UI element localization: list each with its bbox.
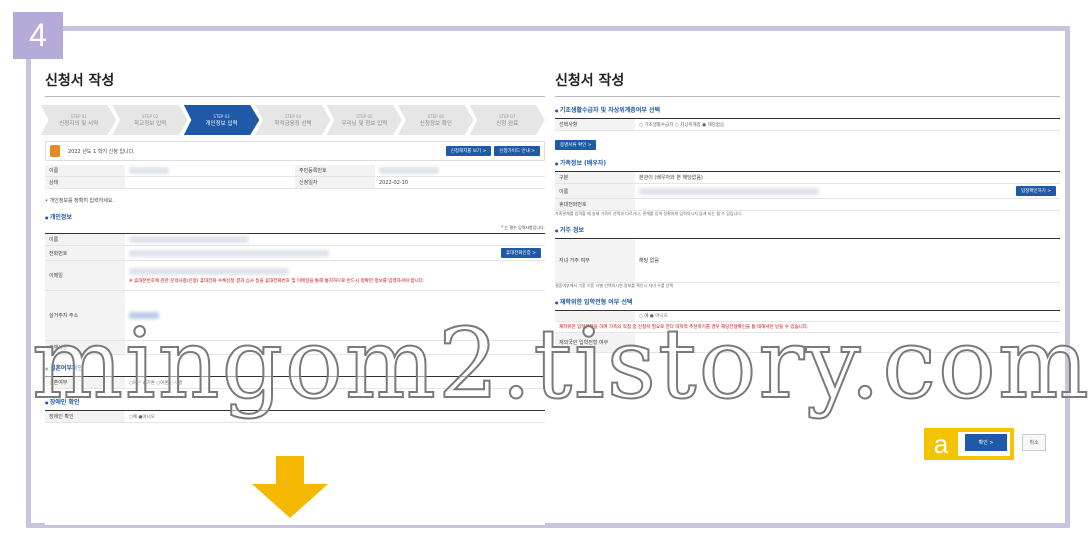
step-3-active: STEP 03 개인정보 입력 xyxy=(183,105,260,135)
right-application-panel: 신청서 작성 기초생활수급자 및 차상위계층여부 선택 선택사항○ 기초생활수급… xyxy=(555,70,1060,450)
notice-bar: 2022 년도 1 학기 신청 입니다. 신청해지를 보기 > 신청가이드 안내… xyxy=(45,141,545,161)
field-extra-label: 기재사항 xyxy=(45,341,125,354)
cancel-application-button[interactable]: 신청해지를 보기 > xyxy=(445,146,492,156)
step-5: STEP 05 우리님 및 정보 입력 xyxy=(326,105,403,135)
basic-living-heading: 기초생활수급자 및 차상위계층여부 선택 xyxy=(555,105,1060,114)
field-address-label: 실거주지 주소 xyxy=(45,291,125,340)
basic-radio-group[interactable]: ○ 기초생활수급자 ○ 차상위계층 ● 해당없음 xyxy=(635,120,1060,130)
residence-heading: 거주 정보 xyxy=(555,225,1060,234)
cancel-button[interactable]: 취소 xyxy=(1022,434,1046,451)
step-number-badge: 4 xyxy=(13,12,63,59)
date-value: 2022-02-10 xyxy=(379,179,409,186)
disability-label: 장애인 확인 xyxy=(45,411,125,422)
shield-icon xyxy=(50,145,60,157)
marriage-heading: 결혼여부확인 xyxy=(45,363,545,372)
name-label: 이름 xyxy=(45,165,125,176)
family-info-heading: 가족정보 (배우자) xyxy=(555,158,1060,167)
family-type-label: 구분 xyxy=(555,172,635,183)
right-page-title: 신청서 작성 xyxy=(555,70,1060,97)
admission-heading: 재학위한 입학전형 여부 선택 xyxy=(555,297,1060,306)
family-name-label: 이름 xyxy=(555,184,635,198)
admission-radio-group[interactable]: ○ 예 ● 아니오 xyxy=(635,311,1060,321)
applicant-info-table: 이름 주민등록번호 상태 신청일자 2022-02-10 xyxy=(45,165,545,189)
basic-select-label: 선택사항 xyxy=(555,119,635,130)
family-phone-label: 휴대전화번호 xyxy=(555,199,635,210)
step-1: STEP 01 신청자의 및 서약 xyxy=(41,105,117,135)
progress-steps: STEP 01 신청자의 및 서약 STEP 02 학교정보 입력 STEP 03 개… xyxy=(41,105,545,135)
family-verify-button[interactable]: 입정확인하기 > xyxy=(1015,186,1056,196)
personal-info-table: 이름 전화번호 휴대전화인증 > 이메일 ※ 휴대폰번호에 관한 문의사항(신청) … xyxy=(45,234,545,355)
residence-note: 결혼여부에서 기혼 이혼 사별 선택하시면 정보를 확인시 자녀 수를 선택 xyxy=(555,283,674,288)
family-note: 가족관계를 입력할 때 실제 가족이 선택과 다르거나, 관계를 입력 정확하게… xyxy=(555,211,743,216)
marriage-radio-group[interactable]: ○미혼 ●기혼 ○이혼 ○사별 xyxy=(125,378,545,388)
left-page-title: 신청서 작성 xyxy=(45,70,545,97)
email-warning: ※ 휴대폰번호에 관한 문의사항(신청) 휴대전화 수록신청 결과 심사 등을 … xyxy=(129,278,425,284)
field-phone-label: 전화번호 xyxy=(45,246,125,260)
annotation-a-label: a xyxy=(924,428,958,460)
notice-text: 2022 년도 1 학기 신청 입니다. xyxy=(68,148,135,155)
residence-select[interactable]: 해당 없음 xyxy=(635,255,1060,266)
family-type-select[interactable]: 본관이 (배우자와 본 해당없음) xyxy=(635,172,1060,183)
disability-heading: 장애인 확인 xyxy=(45,397,545,406)
personal-note: • 개인정보를 정확히 입력하세요. xyxy=(45,198,115,204)
resident-label: 주민등록번호 xyxy=(295,165,375,176)
field-name-label: 이름 xyxy=(45,234,125,245)
step-7: STEP 07 신청 완료 xyxy=(469,105,545,135)
step-2: STEP 02 학교정보 입력 xyxy=(112,105,188,135)
residence-label: 자녀 거주 여부 xyxy=(555,239,635,282)
date-label: 신청일자 xyxy=(295,177,375,188)
admission-label: 재외국민 입학전형 여부 xyxy=(555,333,635,352)
phone-verify-button[interactable]: 휴대전화인증 > xyxy=(500,248,541,258)
field-email-label: 이메일 xyxy=(45,261,125,290)
status-label: 상태 xyxy=(45,177,125,188)
down-arrow-icon xyxy=(252,456,328,518)
disability-radio-group[interactable]: ○예 ●아니오 xyxy=(125,412,545,422)
step-6: STEP 06 신청정보 확인 xyxy=(398,105,474,135)
personal-info-heading: 개인정보 xyxy=(45,212,545,221)
required-note: * 는 필수 입력사항입니다. xyxy=(501,225,545,230)
marriage-label: 결혼여부 xyxy=(45,377,125,388)
document-check-button[interactable]: 증명서류 확인 > xyxy=(555,140,597,150)
admission-warning: 재학위한 입학전형을 하여 가족의 직접 증 신청서 필요로 한다 대학적 추천… xyxy=(559,325,809,330)
step-4: STEP 04 학적금융정 선택 xyxy=(255,105,331,135)
guide-button[interactable]: 신청가이드 안내 > xyxy=(494,146,540,156)
